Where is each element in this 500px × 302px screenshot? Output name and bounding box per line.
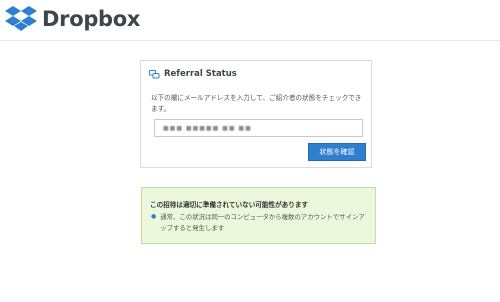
warning-notice: この招待は適切に準備されていない可能性があります ● 通常、この状況は同一のコン… <box>141 187 376 244</box>
referral-status-title-text: Referral Status <box>164 69 237 79</box>
check-status-button[interactable]: 状態を確認 <box>308 143 366 161</box>
notice-item-text: 通常、この状況は同一のコンピュータから複数のアカウントでサインアップすると発生し… <box>160 213 365 232</box>
dropbox-logo[interactable]: Dropbox <box>4 4 140 34</box>
email-input[interactable]: ■■■ ■■■■■ ■■ ■■ <box>154 119 363 137</box>
referral-description: 以下の欄にメールアドレスを入力して、ご紹介者の状態をチェックできます。 <box>151 94 362 113</box>
email-input-value: ■■■ ■■■■■ ■■ ■■ <box>163 124 252 132</box>
referral-status-icon <box>149 69 160 78</box>
referral-status-title: Referral Status <box>149 69 237 79</box>
dropbox-logo-icon <box>5 6 37 31</box>
referral-status-card: Referral Status 以下の欄にメールアドレスを入力して、ご紹介者の状… <box>140 60 372 168</box>
logo-text: Dropbox <box>42 7 141 31</box>
header: Dropbox <box>0 0 500 41</box>
notice-list-item: ● 通常、この状況は同一のコンピュータから複数のアカウントでサインアップすると発… <box>151 212 366 233</box>
bullet-icon: ● <box>151 213 157 220</box>
notice-title: この招待は適切に準備されていない可能性があります <box>150 201 309 209</box>
